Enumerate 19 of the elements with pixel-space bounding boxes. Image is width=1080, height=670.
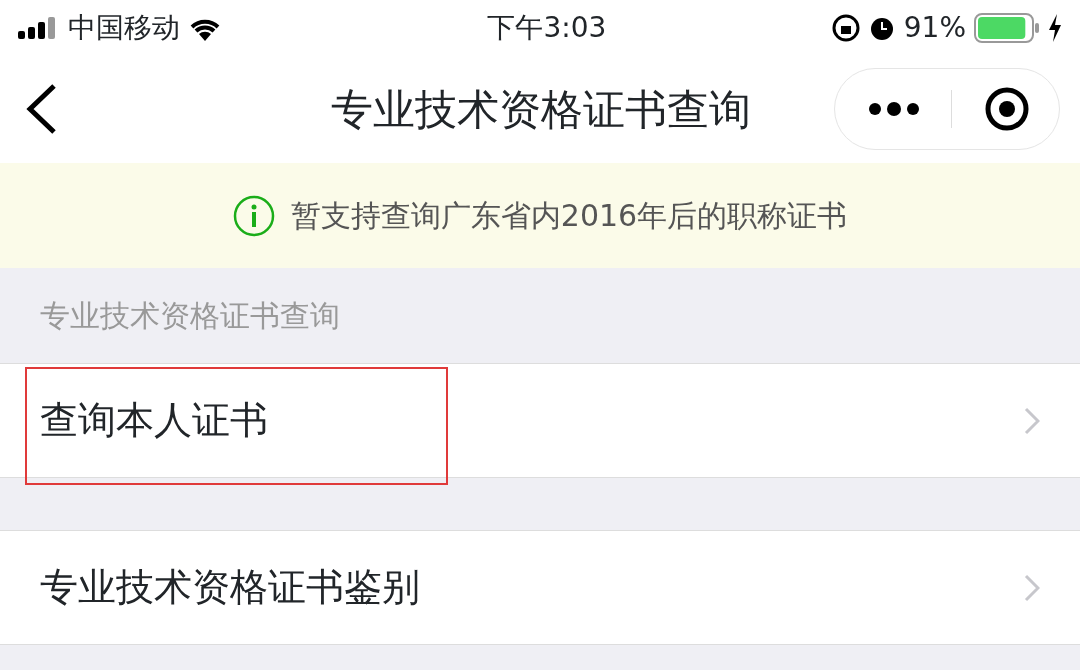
- section-header: 专业技术资格证书查询: [40, 297, 340, 335]
- chevron-icon: [1024, 406, 1040, 435]
- notice-text: 暂支持查询广东省内2016年后的职称证书: [290, 197, 848, 235]
- item-label: 查询本人证书: [40, 397, 268, 444]
- info-icon: [232, 194, 275, 237]
- item-label: 专业技术资格证书鉴别: [40, 564, 420, 611]
- more-icon[interactable]: [869, 102, 919, 116]
- list-item[interactable]: 查询本人证书: [0, 363, 1080, 478]
- status-time: 下午3:03: [487, 9, 607, 46]
- back-icon[interactable]: [24, 83, 58, 135]
- chevron-icon: [1024, 573, 1040, 602]
- close-icon[interactable]: [984, 86, 1030, 132]
- carrier-name: 中国移动: [68, 9, 180, 46]
- rotation-lock-icon: [831, 13, 860, 42]
- page-title: 专业技术资格证书查询: [331, 83, 751, 136]
- battery-percent: 91%: [903, 9, 966, 46]
- battery-icon: [974, 12, 1040, 43]
- list-item[interactable]: 专业技术资格证书鉴别: [0, 530, 1080, 645]
- charging-icon: [1048, 13, 1062, 42]
